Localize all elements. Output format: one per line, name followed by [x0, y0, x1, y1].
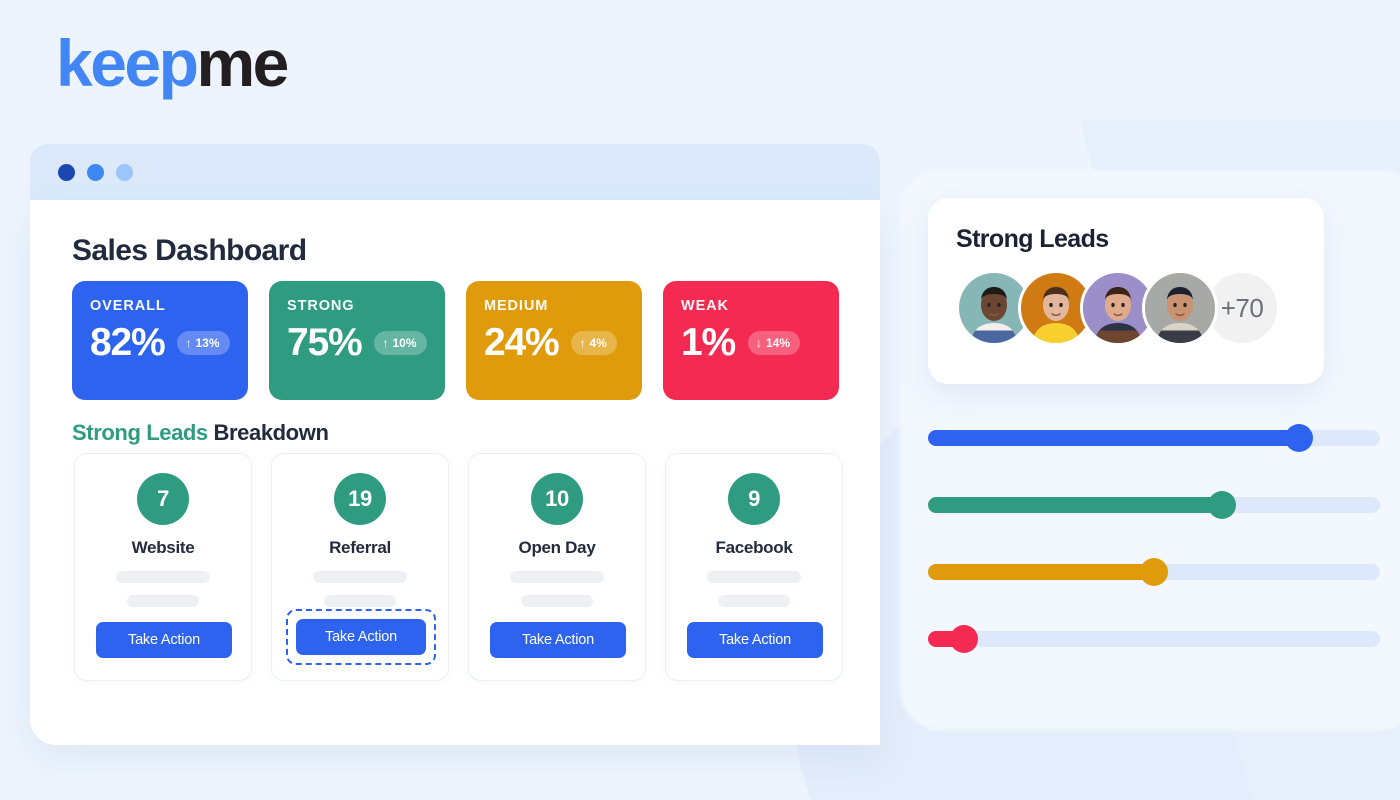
- skeleton-line-1: [707, 571, 801, 583]
- lead-count-badge: 9: [728, 473, 780, 525]
- breakdown-heading: Strong Leads Breakdown: [72, 420, 329, 446]
- stat-card-delta-badge: ↑ 13%: [177, 330, 230, 355]
- slider-fill: [928, 564, 1154, 580]
- brand-logo: keepme: [56, 30, 289, 96]
- skeleton-line-2: [521, 595, 593, 607]
- lead-source-label: Website: [131, 538, 195, 557]
- slider-overall[interactable]: [928, 424, 1380, 452]
- slider-weak[interactable]: [928, 625, 1380, 653]
- slider-fill: [928, 497, 1222, 513]
- lead-source-label: Referral: [329, 538, 391, 557]
- slider-group: [928, 424, 1380, 690]
- browser-window: Sales Dashboard OVERALL 82% ↑ 13% STRONG 75% ↑…: [30, 144, 880, 745]
- stat-card-caption: MEDIUM: [484, 298, 549, 314]
- slider-thumb[interactable]: [1284, 424, 1313, 452]
- stat-card-weak[interactable]: WEAK 1% ↓ 14%: [663, 281, 839, 400]
- slider-fill: [928, 430, 1299, 446]
- breakdown-card-website[interactable]: 7 Website Take Action: [74, 453, 252, 681]
- skeleton-line-2: [324, 595, 396, 607]
- stat-card-caption: OVERALL: [90, 298, 166, 314]
- skeleton-line-2: [127, 595, 199, 607]
- breakdown-card-open-day[interactable]: 10 Open Day Take Action: [468, 453, 646, 681]
- window-dot-2[interactable]: [87, 163, 104, 181]
- stat-card-medium[interactable]: MEDIUM 24% ↑ 4%: [466, 281, 642, 400]
- breakdown-card-facebook[interactable]: 9 Facebook Take Action: [665, 453, 843, 681]
- breakdown-card-row: 7 Website Take Action 19 Referral Take Action…: [74, 453, 843, 681]
- take-action-button[interactable]: Take Action: [296, 619, 426, 655]
- stat-card-value: 1%: [681, 321, 736, 364]
- stat-card-row: OVERALL 82% ↑ 13% STRONG 75% ↑ 10% MEDIUM 24% ↑ 4% W…: [72, 281, 839, 400]
- breakdown-heading-rest: Breakdown: [207, 420, 329, 445]
- window-dot-1[interactable]: [58, 163, 75, 181]
- window-titlebar: [30, 144, 880, 200]
- skeleton-line-1: [116, 571, 210, 583]
- stat-card-value: 82%: [90, 321, 166, 364]
- brand-logo-keep: keep: [56, 26, 199, 100]
- strong-leads-title: Strong Leads: [956, 225, 1109, 253]
- stat-card-strong[interactable]: STRONG 75% ↑ 10%: [269, 281, 445, 400]
- avatar-group: +70: [956, 270, 1324, 346]
- breakdown-heading-highlight: Strong Leads: [72, 420, 208, 445]
- stat-card-value: 24%: [484, 321, 560, 364]
- take-action-button[interactable]: Take Action: [687, 622, 823, 658]
- page-root: keepme Sales Dashboard OVERALL 82% ↑ 13% STR…: [0, 0, 1400, 800]
- breakdown-card-referral[interactable]: 19 Referral Take Action: [271, 453, 449, 681]
- arrow-down-icon: ↓: [755, 335, 762, 350]
- arrow-up-icon: ↑: [185, 335, 192, 350]
- stat-card-delta-value: 13%: [195, 335, 220, 350]
- stat-card-delta-badge: ↑ 10%: [374, 330, 427, 355]
- skeleton-line-1: [510, 571, 604, 583]
- window-dot-3[interactable]: [116, 163, 133, 181]
- slider-thumb[interactable]: [1207, 491, 1236, 519]
- page-title: Sales Dashboard: [72, 234, 307, 267]
- stat-card-delta-value: 10%: [392, 335, 417, 350]
- brand-logo-me: me: [196, 26, 289, 100]
- slider-track[interactable]: [928, 631, 1380, 647]
- stat-card-caption: WEAK: [681, 298, 729, 314]
- stat-card-delta-badge: ↑ 4%: [571, 330, 617, 355]
- avatar-portrait-icon: [1145, 273, 1215, 343]
- slider-thumb[interactable]: [950, 625, 979, 653]
- arrow-up-icon: ↑: [579, 335, 586, 350]
- dashboard-panel: Sales Dashboard OVERALL 82% ↑ 13% STRONG 75% ↑…: [30, 200, 880, 745]
- stat-card-value: 75%: [287, 321, 363, 364]
- skeleton-line-2: [718, 595, 790, 607]
- skeleton-line-1: [313, 571, 407, 583]
- take-action-button[interactable]: Take Action: [490, 622, 626, 658]
- stat-card-overall[interactable]: OVERALL 82% ↑ 13%: [72, 281, 248, 400]
- slider-medium[interactable]: [928, 558, 1380, 586]
- stat-card-caption: STRONG: [287, 298, 355, 314]
- arrow-up-icon: ↑: [382, 335, 389, 350]
- avatar-4[interactable]: [1142, 270, 1218, 346]
- lead-source-label: Open Day: [518, 538, 596, 557]
- slider-strong[interactable]: [928, 491, 1380, 519]
- lead-count-badge: 10: [531, 473, 583, 525]
- lead-count-badge: 7: [137, 473, 189, 525]
- stat-card-delta-value: 14%: [765, 335, 790, 350]
- strong-leads-card: Strong Leads +70: [928, 198, 1324, 384]
- stat-card-delta-badge: ↓ 14%: [747, 330, 800, 355]
- stat-card-delta-value: 4%: [589, 335, 607, 350]
- slider-thumb[interactable]: [1140, 558, 1168, 586]
- lead-count-badge: 19: [334, 473, 386, 525]
- take-action-button[interactable]: Take Action: [96, 622, 232, 658]
- lead-source-label: Facebook: [715, 538, 793, 557]
